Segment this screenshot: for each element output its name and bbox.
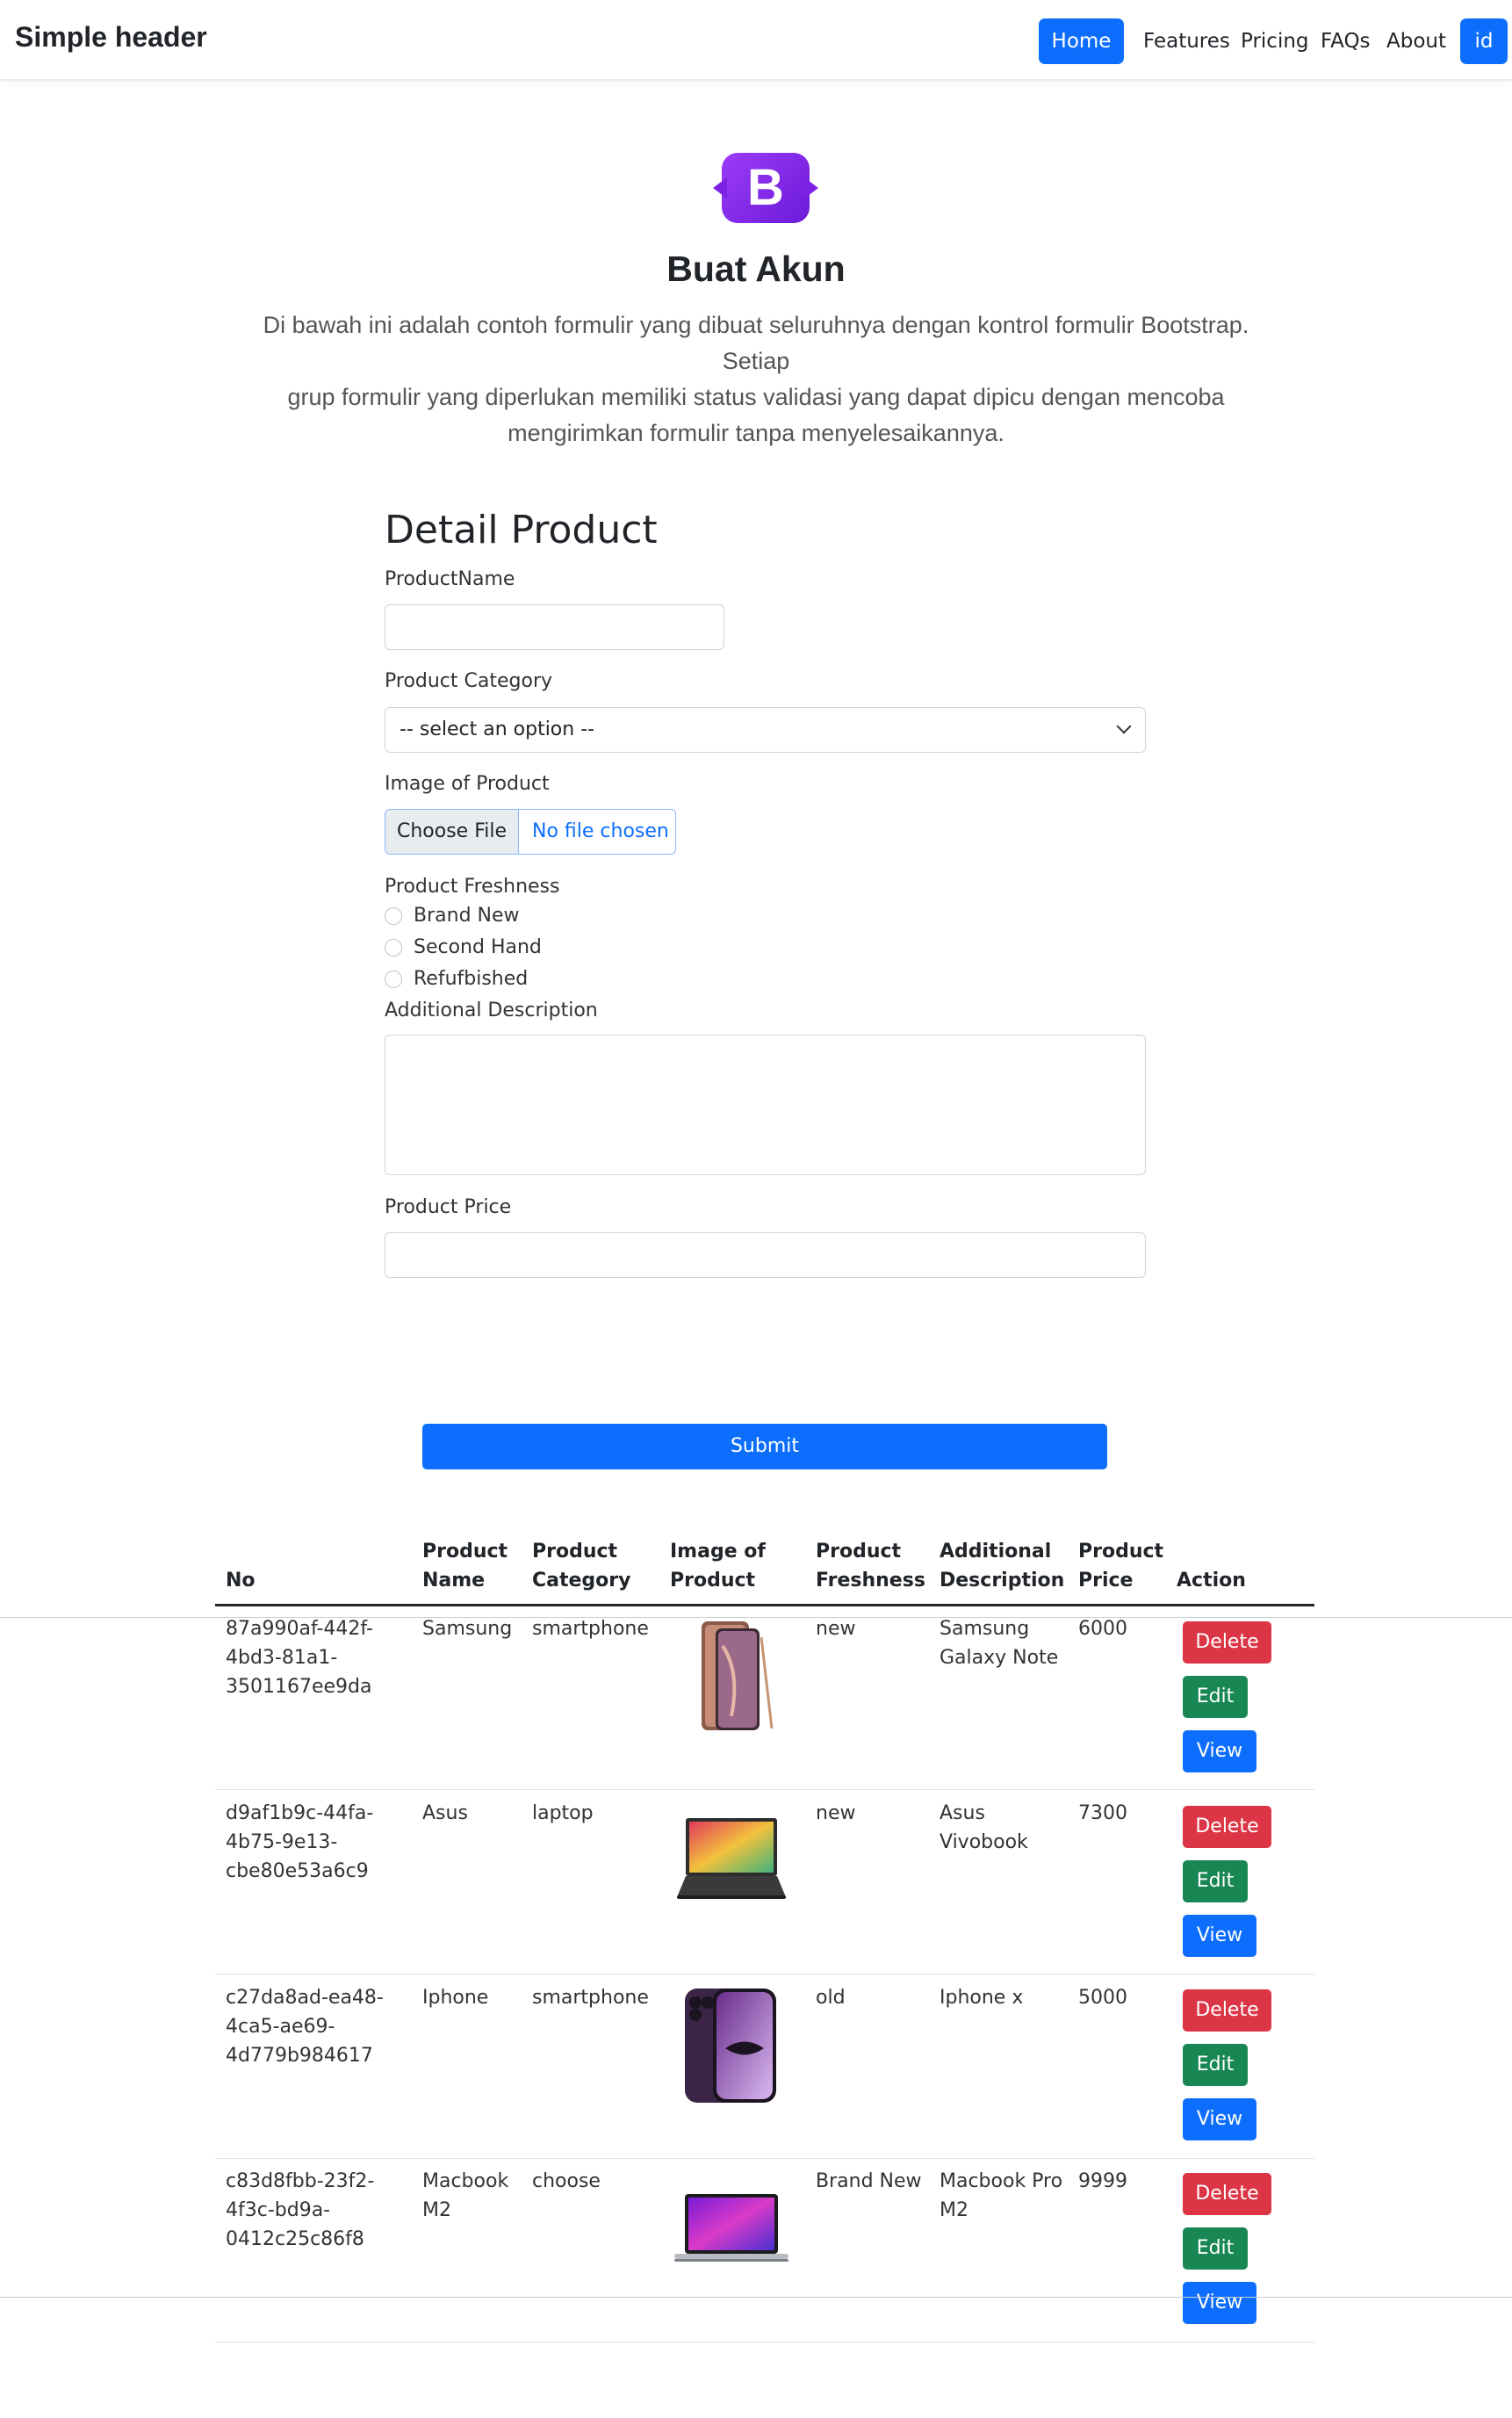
top-navbar: Simple header Home Features Pricing FAQs… [0, 0, 1512, 81]
row-divider [215, 2158, 1314, 2159]
th-no: No [226, 1570, 256, 1592]
edit-button[interactable]: Edit [1183, 1860, 1248, 1902]
asus-vivobook-laptop-icon [677, 1818, 786, 1899]
product-freshness-label: Product Freshness [385, 876, 560, 898]
cell-id: 87a990af-442f- 4bd3-81a1- 3501167ee9da [226, 1618, 373, 1698]
th-action: Action [1177, 1570, 1246, 1592]
cell-category: smartphone [532, 1987, 649, 2009]
additional-description-label: Additional Description [385, 1000, 598, 1021]
product-price-label: Product Price [385, 1196, 512, 1218]
nav-features[interactable]: Features [1143, 18, 1230, 64]
cell-name: Asus [422, 1802, 468, 1824]
bootstrap-logo-icon: B [722, 153, 810, 223]
table-header-divider [215, 1604, 1314, 1606]
cell-freshness: old [816, 1987, 846, 2009]
macbook-laptop-icon [674, 2194, 788, 2262]
radio-second-hand[interactable] [385, 939, 402, 956]
cell-id: d9af1b9c-44fa- 4b75-9e13- cbe80e53a6c9 [226, 1802, 374, 1882]
cell-description: Samsung Galaxy Note [940, 1618, 1059, 1669]
cell-price: 5000 [1078, 1987, 1127, 2009]
cell-description: Asus Vivobook [940, 1802, 1028, 1853]
product-category-label: Product Category [385, 670, 553, 692]
cell-name: Iphone [422, 1987, 489, 2009]
cell-price: 9999 [1078, 2170, 1127, 2192]
nav-pricing[interactable]: Pricing [1241, 18, 1309, 64]
delete-button[interactable]: Delete [1183, 1806, 1271, 1848]
view-button[interactable]: View [1183, 1730, 1256, 1772]
description-line: Di bawah ini adalah contoh formulir yang… [263, 312, 1249, 374]
description-line: mengirimkan formulir tanpa menyelesaikan… [508, 420, 1004, 446]
cell-category: laptop [532, 1802, 594, 1824]
delete-button[interactable]: Delete [1183, 1989, 1271, 2032]
description-line: grup formulir yang diperlukan memiliki s… [287, 384, 1225, 410]
th-product-category: Product Category [532, 1541, 631, 1592]
brand-title[interactable]: Simple header [15, 21, 207, 54]
additional-description-textarea[interactable] [385, 1035, 1146, 1175]
nav-faqs[interactable]: FAQs [1321, 18, 1371, 64]
nav-language-id[interactable]: id [1460, 18, 1508, 64]
category-selected-value: -- select an option -- [400, 718, 595, 740]
image-file-input[interactable]: Choose File No file chosen [385, 809, 676, 855]
samsung-galaxy-note-phone-icon [702, 1621, 774, 1730]
delete-button[interactable]: Delete [1183, 2173, 1271, 2215]
product-category-select[interactable]: -- select an option -- [385, 707, 1146, 753]
edit-button[interactable]: Edit [1183, 2227, 1248, 2270]
edit-button[interactable]: Edit [1183, 1676, 1248, 1718]
image-of-product-label: Image of Product [385, 773, 550, 795]
page-divider [0, 2297, 1512, 2298]
file-status-text: No file chosen [532, 820, 669, 842]
th-product-freshness: Product Freshness [816, 1541, 925, 1592]
iphone-phone-icon [685, 1989, 776, 2103]
page-title: Buat Akun [666, 249, 846, 289]
view-button[interactable]: View [1183, 2098, 1256, 2140]
cell-category: smartphone [532, 1618, 649, 1640]
nav-home[interactable]: Home [1039, 18, 1124, 64]
cell-id: c83d8fbb-23f2- 4f3c-bd9a- 0412c25c86f8 [226, 2170, 375, 2250]
th-product-price: Product Price [1078, 1541, 1164, 1592]
cell-freshness: new [816, 1618, 856, 1640]
form-title: Detail Product [385, 508, 658, 552]
radio-second-hand-label[interactable]: Second Hand [414, 936, 542, 958]
product-name-label: ProductName [385, 568, 515, 590]
page-description: Di bawah ini adalah contoh formulir yang… [227, 307, 1285, 451]
radio-brand-new-label[interactable]: Brand New [414, 905, 520, 927]
cell-description: Iphone x [940, 1987, 1024, 2009]
cell-price: 7300 [1078, 1802, 1127, 1824]
cell-id: c27da8ad-ea48- 4ca5-ae69- 4d779b984617 [226, 1987, 384, 2067]
choose-file-button[interactable]: Choose File [385, 810, 519, 854]
view-button[interactable]: View [1183, 2282, 1256, 2324]
cell-category: choose [532, 2170, 601, 2192]
submit-button[interactable]: Submit [422, 1424, 1107, 1469]
cell-freshness: new [816, 1802, 856, 1824]
radio-refurbished[interactable] [385, 971, 402, 988]
cell-description: Macbook Pro M2 [940, 2170, 1063, 2221]
radio-brand-new[interactable] [385, 907, 402, 925]
th-product-name: Product Name [422, 1541, 508, 1592]
chevron-down-icon [1116, 718, 1132, 734]
th-additional-description: Additional Description [940, 1541, 1065, 1592]
row-divider [215, 1789, 1314, 1790]
product-name-input[interactable] [385, 604, 724, 650]
th-image-of-product: Image of Product [670, 1541, 766, 1592]
view-button[interactable]: View [1183, 1915, 1256, 1957]
cell-name: Samsung [422, 1618, 513, 1640]
cell-price: 6000 [1078, 1618, 1127, 1640]
cell-name: Macbook M2 [422, 2170, 509, 2221]
nav-about[interactable]: About [1386, 18, 1446, 64]
product-price-input[interactable] [385, 1232, 1146, 1278]
edit-button[interactable]: Edit [1183, 2044, 1248, 2086]
radio-refurbished-label[interactable]: Refufbished [414, 968, 528, 990]
cell-freshness: Brand New [816, 2170, 922, 2192]
delete-button[interactable]: Delete [1183, 1621, 1271, 1664]
